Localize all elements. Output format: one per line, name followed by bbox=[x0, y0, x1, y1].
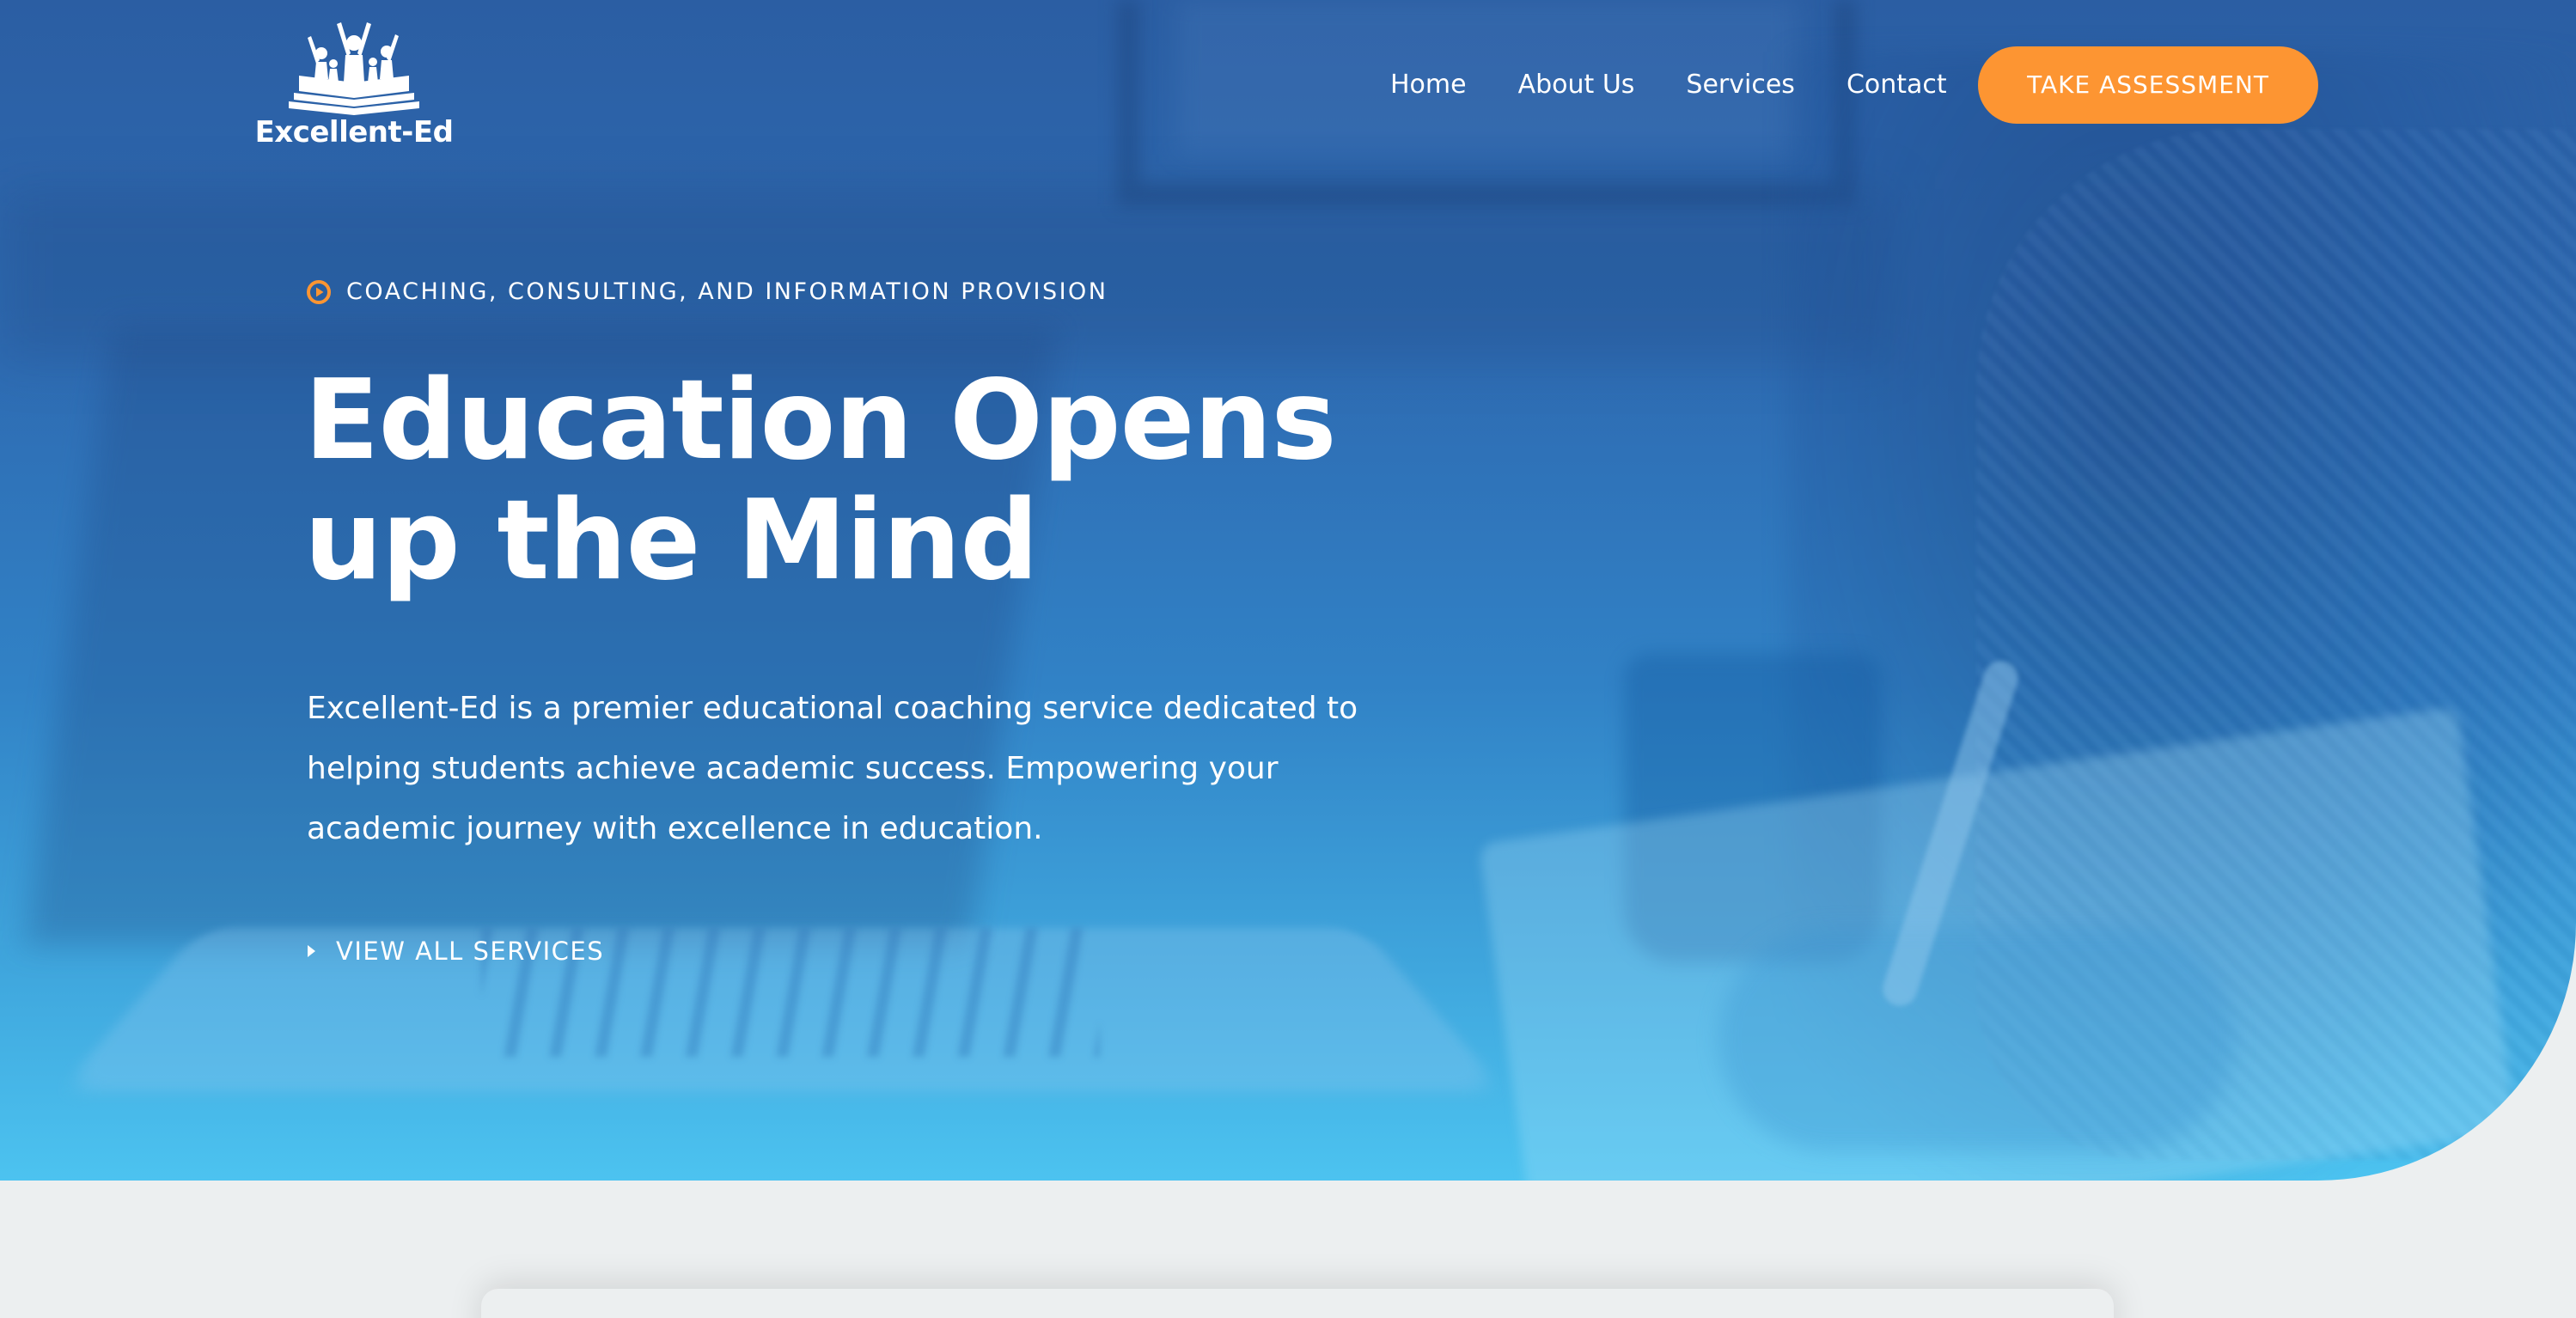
background-photo-hand bbox=[1718, 928, 2234, 1151]
play-circle-icon bbox=[307, 279, 331, 304]
content-card-top-edge bbox=[481, 1289, 2114, 1318]
hero-headline-line-1: Education Opens bbox=[304, 357, 1337, 485]
hero-eyebrow-text: COACHING, CONSULTING, AND INFORMATION PR… bbox=[346, 278, 1108, 305]
hero-section: Excellent-Ed Home About Us Services Cont… bbox=[0, 0, 2576, 1181]
view-all-services-link[interactable]: VIEW ALL SERVICES bbox=[307, 937, 604, 966]
hero-description: Excellent-Ed is a premier educational co… bbox=[307, 691, 1358, 846]
hero-headline-line-2: up the Mind bbox=[304, 477, 1039, 605]
brand-name: Excellent-Ed bbox=[254, 115, 454, 149]
main-nav: Home About Us Services Contact bbox=[1390, 66, 1947, 104]
view-all-services-label: VIEW ALL SERVICES bbox=[336, 937, 605, 966]
take-assessment-button[interactable]: TAKE ASSESSMENT bbox=[1978, 46, 2318, 124]
nav-item-contact[interactable]: Contact bbox=[1847, 66, 1947, 104]
book-with-students-icon bbox=[289, 22, 419, 115]
hero-headline: Education Opens up the Mind bbox=[304, 361, 1507, 601]
nav-item-home[interactable]: Home bbox=[1390, 66, 1467, 104]
nav-item-services[interactable]: Services bbox=[1686, 66, 1795, 104]
brand-logo[interactable]: Excellent-Ed bbox=[251, 19, 457, 156]
nav-item-about-us[interactable]: About Us bbox=[1518, 66, 1635, 104]
hero-eyebrow: COACHING, CONSULTING, AND INFORMATION PR… bbox=[307, 278, 1108, 305]
caret-right-icon bbox=[308, 945, 315, 957]
